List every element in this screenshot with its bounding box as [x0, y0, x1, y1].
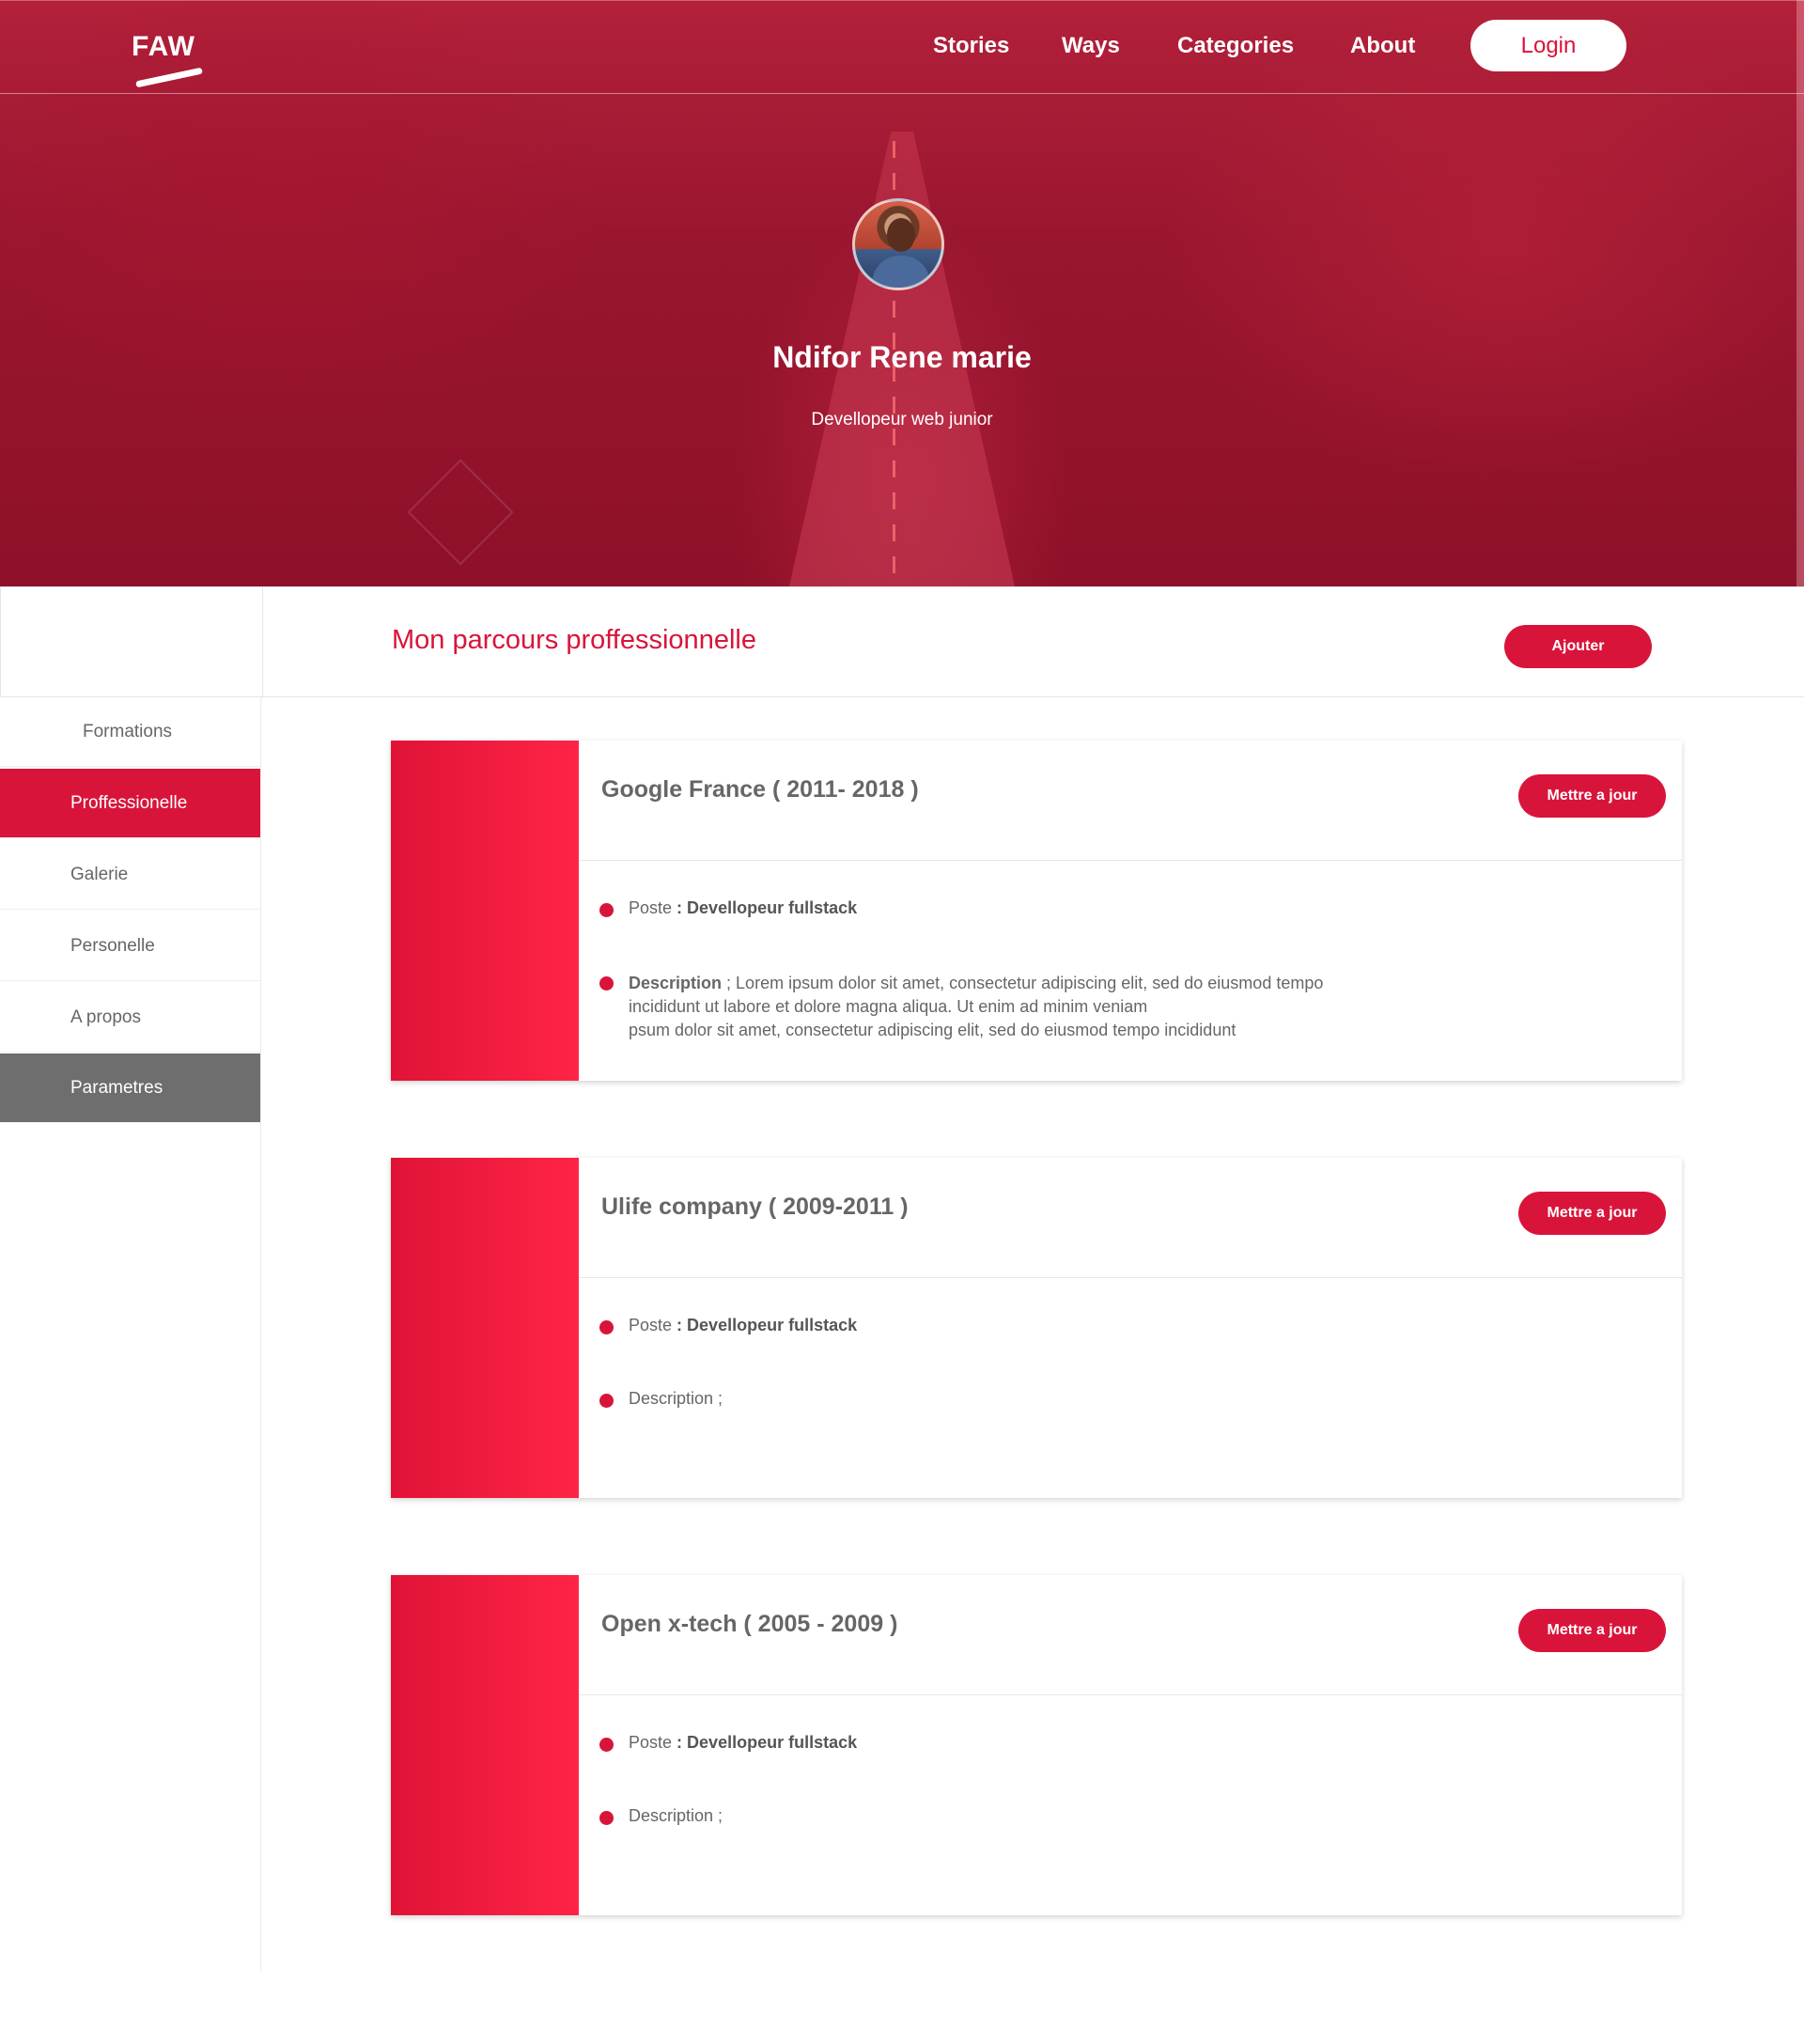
sidebar-item-apropos[interactable]: A propos — [0, 983, 260, 1053]
card-accent — [391, 1575, 579, 1915]
top-navigation: FAW Stories Ways Categories About Login — [0, 0, 1804, 94]
description-row: Description ; — [599, 1806, 723, 1826]
avatar — [852, 198, 944, 290]
experience-card: Open x-tech ( 2005 - 2009 ) Mettre a jou… — [391, 1575, 1682, 1915]
description-line: Lorem ipsum dolor sit amet, consectetur … — [736, 974, 1324, 992]
section-title: Mon parcours proffessionnelle — [392, 625, 756, 655]
card-accent — [391, 1158, 579, 1498]
header-divider — [262, 587, 263, 698]
poste-value: : Devellopeur fullstack — [676, 1316, 858, 1334]
nav-stories[interactable]: Stories — [933, 33, 1009, 59]
poste-label: Poste — [629, 1316, 673, 1334]
sidebar-item-personelle[interactable]: Personelle — [0, 912, 260, 981]
card-header: Google France ( 2011- 2018 ) Mettre a jo… — [579, 741, 1682, 861]
sidebar-item-galerie[interactable]: Galerie — [0, 840, 260, 910]
add-button[interactable]: Ajouter — [1504, 625, 1652, 668]
sidebar-item-label: Personelle — [70, 935, 155, 956]
poste-row: Poste : Devellopeur fullstack — [599, 1316, 857, 1335]
bullet-icon — [599, 1320, 614, 1334]
avatar-head — [887, 218, 915, 252]
poste-value: : Devellopeur fullstack — [676, 898, 858, 917]
description-row: Description ; Lorem ipsum dolor sit amet… — [599, 972, 1474, 1042]
description-separator: ; — [722, 974, 737, 992]
poste-value: : Devellopeur fullstack — [676, 1733, 858, 1752]
description-text: Description ; Lorem ipsum dolor sit amet… — [629, 972, 1474, 1042]
experience-title: Open x-tech ( 2005 - 2009 ) — [601, 1611, 898, 1637]
sidebar: Formations Proffessionelle Galerie Perso… — [0, 697, 261, 1972]
description-row: Description ; — [599, 1389, 723, 1409]
avatar-body — [872, 256, 930, 288]
bullet-icon — [599, 1394, 614, 1408]
poste-row: Poste : Devellopeur fullstack — [599, 1733, 857, 1753]
experience-card: Ulife company ( 2009-2011 ) Mettre a jou… — [391, 1158, 1682, 1498]
description-line: psum dolor sit amet, consectetur adipisc… — [629, 1021, 1236, 1039]
nav-categories[interactable]: Categories — [1177, 33, 1294, 59]
hero-banner: FAW Stories Ways Categories About Login … — [0, 0, 1804, 586]
sidebar-item-label: Galerie — [70, 864, 129, 884]
bullet-icon — [599, 976, 614, 991]
card-header: Ulife company ( 2009-2011 ) Mettre a jou… — [579, 1158, 1682, 1278]
sidebar-item-label: Proffessionelle — [70, 792, 188, 813]
experience-card: Google France ( 2011- 2018 ) Mettre a jo… — [391, 741, 1682, 1081]
bullet-icon — [599, 1738, 614, 1752]
update-button[interactable]: Mettre a jour — [1518, 774, 1666, 818]
description-label: Description ; — [629, 1389, 723, 1408]
sidebar-item-formations[interactable]: Formations — [0, 697, 260, 767]
experience-title: Google France ( 2011- 2018 ) — [601, 776, 919, 803]
update-button[interactable]: Mettre a jour — [1518, 1609, 1666, 1652]
update-button[interactable]: Mettre a jour — [1518, 1192, 1666, 1235]
logo-underline — [135, 67, 203, 88]
login-button[interactable]: Login — [1470, 20, 1626, 71]
sidebar-item-parametres[interactable]: Parametres — [0, 1053, 260, 1123]
description-line: incididunt ut labore et dolore magna ali… — [629, 997, 1148, 1016]
sidebar-item-label: Parametres — [70, 1077, 163, 1098]
profile-name: Ndifor Rene marie — [772, 340, 1032, 374]
description-label: Description — [629, 974, 723, 992]
experience-title: Ulife company ( 2009-2011 ) — [601, 1194, 909, 1220]
section-header: Mon parcours proffessionnelle Ajouter — [0, 586, 1804, 698]
poste-row: Poste : Devellopeur fullstack — [599, 898, 857, 918]
bullet-icon — [599, 903, 614, 917]
poste-text: Poste : Devellopeur fullstack — [629, 1733, 857, 1753]
poste-text: Poste : Devellopeur fullstack — [629, 898, 857, 918]
card-accent — [391, 741, 579, 1081]
nav-about[interactable]: About — [1350, 33, 1415, 59]
profile-role: Devellopeur web junior — [811, 410, 993, 429]
sidebar-item-label: Formations — [83, 721, 173, 741]
poste-text: Poste : Devellopeur fullstack — [629, 1316, 857, 1335]
card-header: Open x-tech ( 2005 - 2009 ) Mettre a jou… — [579, 1575, 1682, 1695]
description-label: Description ; — [629, 1806, 723, 1825]
road-sign-shape — [407, 459, 514, 566]
poste-label: Poste — [629, 1733, 673, 1752]
sidebar-item-label: A propos — [70, 1006, 141, 1027]
bullet-icon — [599, 1811, 614, 1825]
nav-ways[interactable]: Ways — [1062, 33, 1120, 59]
poste-label: Poste — [629, 898, 673, 917]
sidebar-item-professionnelle[interactable]: Proffessionelle — [0, 769, 260, 838]
logo[interactable]: FAW — [132, 31, 195, 63]
